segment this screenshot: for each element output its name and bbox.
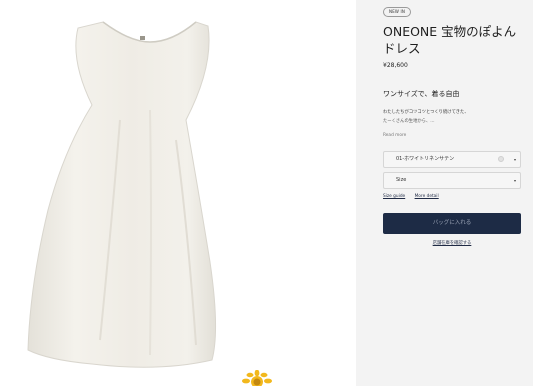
product-info-panel — [356, 0, 533, 386]
size-guide-link[interactable]: Size guide — [383, 194, 405, 199]
product-tagline: ワンサイズで、着る自由 — [383, 90, 460, 98]
chevron-down-icon: ▾ — [513, 157, 516, 162]
product-description-line1: わたしたちがコツコツとつくり続けてきた、 — [383, 110, 469, 115]
store-stock-link[interactable]: 店舗在庫を確認する — [383, 240, 521, 246]
size-select[interactable]: Size ▾ — [383, 172, 521, 189]
add-to-bag-button[interactable]: バッグに入れる — [383, 213, 521, 234]
variant-select-value: 01-ホワイトリネンサテン — [396, 156, 455, 162]
product-title: ONEONE 宝物のぽよんドレス — [383, 24, 517, 56]
size-select-value: Size — [396, 177, 407, 183]
product-links: Size guide More detail — [383, 194, 447, 199]
color-swatch-icon — [498, 156, 504, 162]
sunflower-icon — [242, 370, 272, 386]
product-price: ¥28,600 — [383, 62, 408, 69]
product-description-line2: たーくさんの生地から、… — [383, 119, 435, 124]
product-image-gallery[interactable] — [0, 0, 356, 386]
variant-select[interactable]: 01-ホワイトリネンサテン ▾ — [383, 151, 521, 168]
new-in-badge: NEW IN — [383, 7, 412, 17]
chevron-down-icon: ▾ — [513, 178, 516, 183]
product-image-dress — [27, 21, 217, 368]
more-detail-link[interactable]: More detail — [415, 194, 439, 199]
read-more-link[interactable]: Read more — [383, 133, 406, 138]
